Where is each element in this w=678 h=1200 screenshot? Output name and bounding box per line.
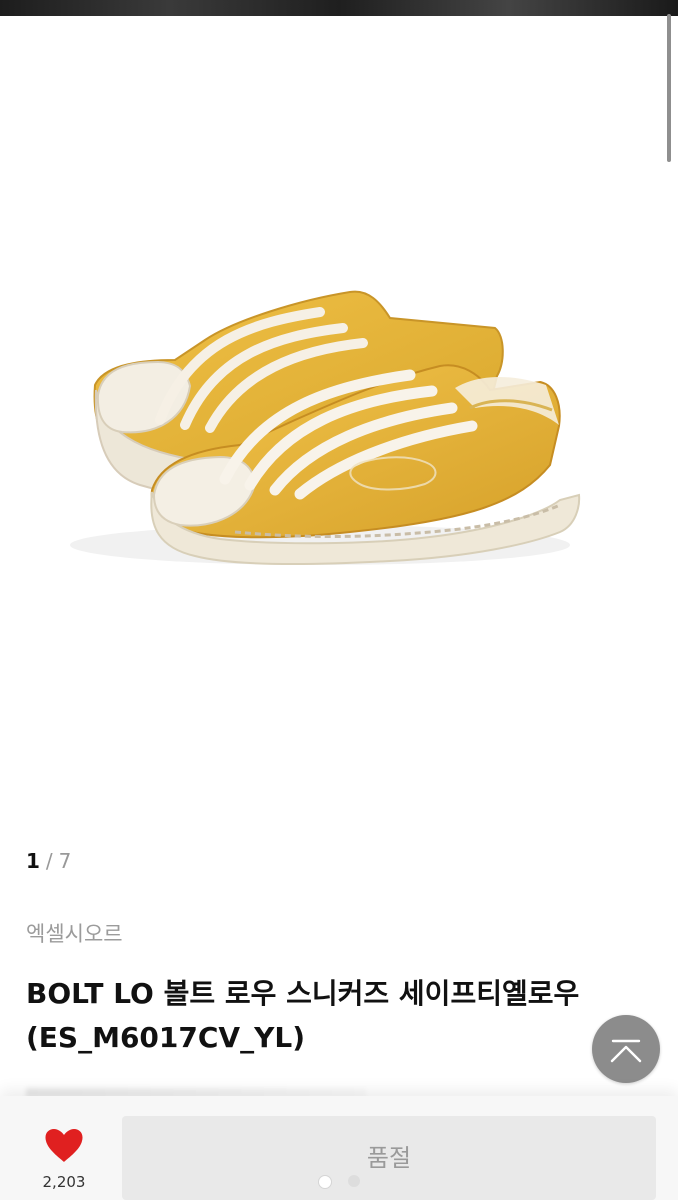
image-counter-current: 1	[26, 849, 40, 873]
top-banner-image	[0, 0, 678, 16]
page-indicator-dot-active	[318, 1175, 332, 1189]
soldout-button[interactable]: 품절	[122, 1116, 656, 1200]
heart-icon	[45, 1129, 83, 1162]
product-title-line-2: (ES_M6017CV_YL)	[26, 1021, 306, 1054]
like-count: 2,203	[42, 1173, 86, 1191]
product-image[interactable]	[0, 140, 678, 700]
page-indicator-dot	[348, 1175, 360, 1187]
image-counter-separator: /	[45, 849, 53, 873]
brand-name[interactable]: 엑셀시오르	[26, 918, 123, 948]
chevron-up-icon	[610, 1039, 642, 1063]
image-counter: 1/7	[26, 849, 71, 873]
scroll-to-top-button[interactable]	[592, 1015, 660, 1083]
product-title-line-1: BOLT LO 볼트 로우 스니커즈 세이프티옐로우	[26, 977, 580, 1010]
image-counter-total: 7	[58, 849, 72, 873]
product-title: BOLT LO 볼트 로우 스니커즈 세이프티옐로우 (ES_M6017CV_Y…	[26, 972, 656, 1060]
page-indicator	[318, 1175, 368, 1189]
